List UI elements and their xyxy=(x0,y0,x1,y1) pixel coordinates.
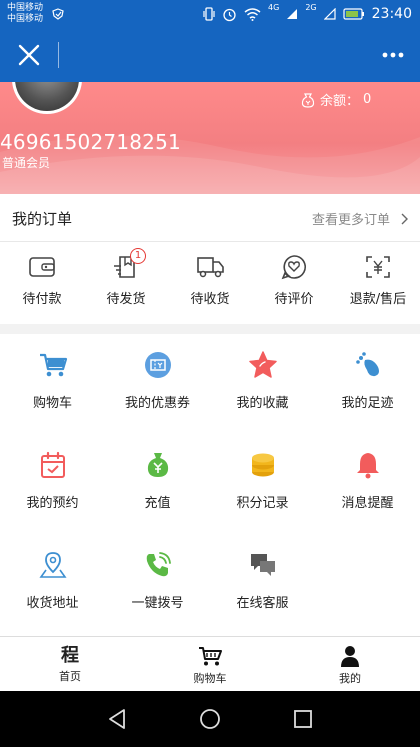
order-label: 待发货 xyxy=(106,292,146,307)
wallet-icon xyxy=(29,257,55,277)
wifi-icon xyxy=(244,8,261,21)
system-nav-bar xyxy=(0,691,420,747)
coupon-icon xyxy=(144,352,171,378)
carrier-line-1: 中国移动 xyxy=(7,3,44,13)
grid-item-label: 消息提醒 xyxy=(341,496,394,511)
balance-label: 余额： xyxy=(320,94,360,109)
shield-icon xyxy=(52,8,64,20)
feature-grid: 购物车 我的优惠券 我的收藏 我的足迹 我的预约 充值 积分记录 消息提醒 收货… xyxy=(0,334,420,636)
order-pending-receipt[interactable]: 待收货 xyxy=(168,254,252,314)
close-icon[interactable] xyxy=(14,40,44,70)
grid-item-address[interactable]: 收货地址 xyxy=(0,534,105,634)
tab-label: 首页 xyxy=(59,670,81,683)
status-icons: 4G 2G 23:40 xyxy=(203,4,412,24)
grid-item-coupons[interactable]: 我的优惠券 xyxy=(105,334,210,434)
battery-icon xyxy=(343,8,364,20)
grid-item-favorites[interactable]: 我的收藏 xyxy=(210,334,315,434)
order-label: 退款/售后 xyxy=(349,292,407,307)
chat-icon xyxy=(250,554,275,576)
grid-item-label: 在线客服 xyxy=(236,596,289,611)
order-pending-review[interactable]: 待评价 xyxy=(252,254,336,314)
member-level: 普通会员 xyxy=(2,156,51,170)
view-more-orders-link[interactable]: 查看更多订单 xyxy=(312,209,408,228)
tab-home[interactable]: 程 首页 xyxy=(0,637,140,692)
nav-divider xyxy=(58,42,59,68)
tab-label: 购物车 xyxy=(193,672,227,685)
order-refund[interactable]: 退款/售后 xyxy=(336,254,420,314)
truck-icon xyxy=(197,257,224,278)
cart-icon xyxy=(39,353,67,377)
recents-icon[interactable] xyxy=(292,708,314,730)
carrier-line-2: 中国移动 xyxy=(7,14,44,24)
status-bar: 中国移动 中国移动 4G 2G 23:40 xyxy=(0,0,420,28)
bell-icon xyxy=(356,453,379,479)
network-2g: 2G xyxy=(305,3,317,12)
balance-value: 0 xyxy=(363,92,372,107)
grid-item-label: 购物车 xyxy=(32,396,72,411)
orders-title: 我的订单 xyxy=(12,210,73,228)
user-icon xyxy=(341,646,359,667)
grid-item-notifications[interactable]: 消息提醒 xyxy=(315,434,420,534)
order-label: 待评价 xyxy=(274,292,314,307)
money-bag-icon xyxy=(147,453,168,477)
grid-item-label: 积分记录 xyxy=(236,496,289,511)
home-circle-icon[interactable] xyxy=(198,707,222,731)
money-bag-outline-icon xyxy=(301,92,315,108)
map-pin-icon xyxy=(38,552,67,578)
grid-item-label: 我的预约 xyxy=(26,496,79,511)
alarm-icon xyxy=(223,8,236,21)
nav-bar xyxy=(0,28,420,82)
grid-item-footprints[interactable]: 我的足迹 xyxy=(315,334,420,434)
phone-icon xyxy=(146,552,171,577)
grid-item-cart[interactable]: 购物车 xyxy=(0,334,105,434)
balance: 余额： 0 xyxy=(300,90,371,109)
grid-item-label: 充值 xyxy=(144,496,171,511)
order-label: 待收货 xyxy=(190,292,230,307)
chevron-right-icon xyxy=(401,213,408,224)
grid-item-label: 我的优惠券 xyxy=(124,396,190,411)
network-4g: 4G xyxy=(268,3,280,12)
tab-label: 我的 xyxy=(339,672,361,685)
grid-item-label: 我的收藏 xyxy=(236,396,289,411)
grid-item-dial[interactable]: 一键拨号 xyxy=(105,534,210,634)
order-badge: 1 xyxy=(130,248,146,264)
grid-item-points[interactable]: 积分记录 xyxy=(210,434,315,534)
grid-item-label: 我的足迹 xyxy=(341,396,394,411)
grid-item-appointments[interactable]: 我的预约 xyxy=(0,434,105,534)
cart-tab-icon xyxy=(199,647,222,666)
orders-section: 我的订单 查看更多订单 待付款 1 待发货 待收货 待评价 退款/售后 xyxy=(0,194,420,324)
home-glyph: 程 xyxy=(61,645,79,666)
coins-icon xyxy=(251,453,274,477)
calendar-icon xyxy=(40,451,65,478)
tab-cart[interactable]: 购物车 xyxy=(140,637,280,692)
order-pending-payment[interactable]: 待付款 xyxy=(0,254,84,314)
signal-icon xyxy=(287,9,298,19)
profile-header: 余额： 0 46961502718251 普通会员 xyxy=(0,82,420,194)
avatar-photo xyxy=(15,82,79,111)
order-pending-shipment[interactable]: 1 待发货 xyxy=(84,248,168,314)
view-more-orders-label: 查看更多订单 xyxy=(311,213,390,228)
star-icon xyxy=(248,351,277,378)
tab-mine[interactable]: 我的 xyxy=(280,637,420,692)
back-icon[interactable] xyxy=(106,707,128,731)
user-id: 46961502718251 xyxy=(0,130,181,154)
grid-item-recharge[interactable]: 充值 xyxy=(105,434,210,534)
signal-icon-2 xyxy=(323,8,336,20)
vibrate-icon xyxy=(203,7,215,21)
review-icon xyxy=(281,255,306,280)
order-label: 待付款 xyxy=(22,292,62,307)
carrier-info: 中国移动 中国移动 xyxy=(7,3,43,25)
grid-item-label: 收货地址 xyxy=(26,596,79,611)
footprint-icon xyxy=(355,352,379,377)
grid-item-label: 一键拨号 xyxy=(131,596,184,611)
more-icon[interactable] xyxy=(376,40,410,70)
tab-bar: 程 首页 购物车 我的 xyxy=(0,636,420,691)
refund-icon xyxy=(366,256,390,278)
avatar[interactable] xyxy=(12,82,82,114)
orders-header: 我的订单 查看更多订单 xyxy=(0,194,420,242)
clock: 23:40 xyxy=(371,6,412,22)
grid-item-support[interactable]: 在线客服 xyxy=(210,534,315,634)
